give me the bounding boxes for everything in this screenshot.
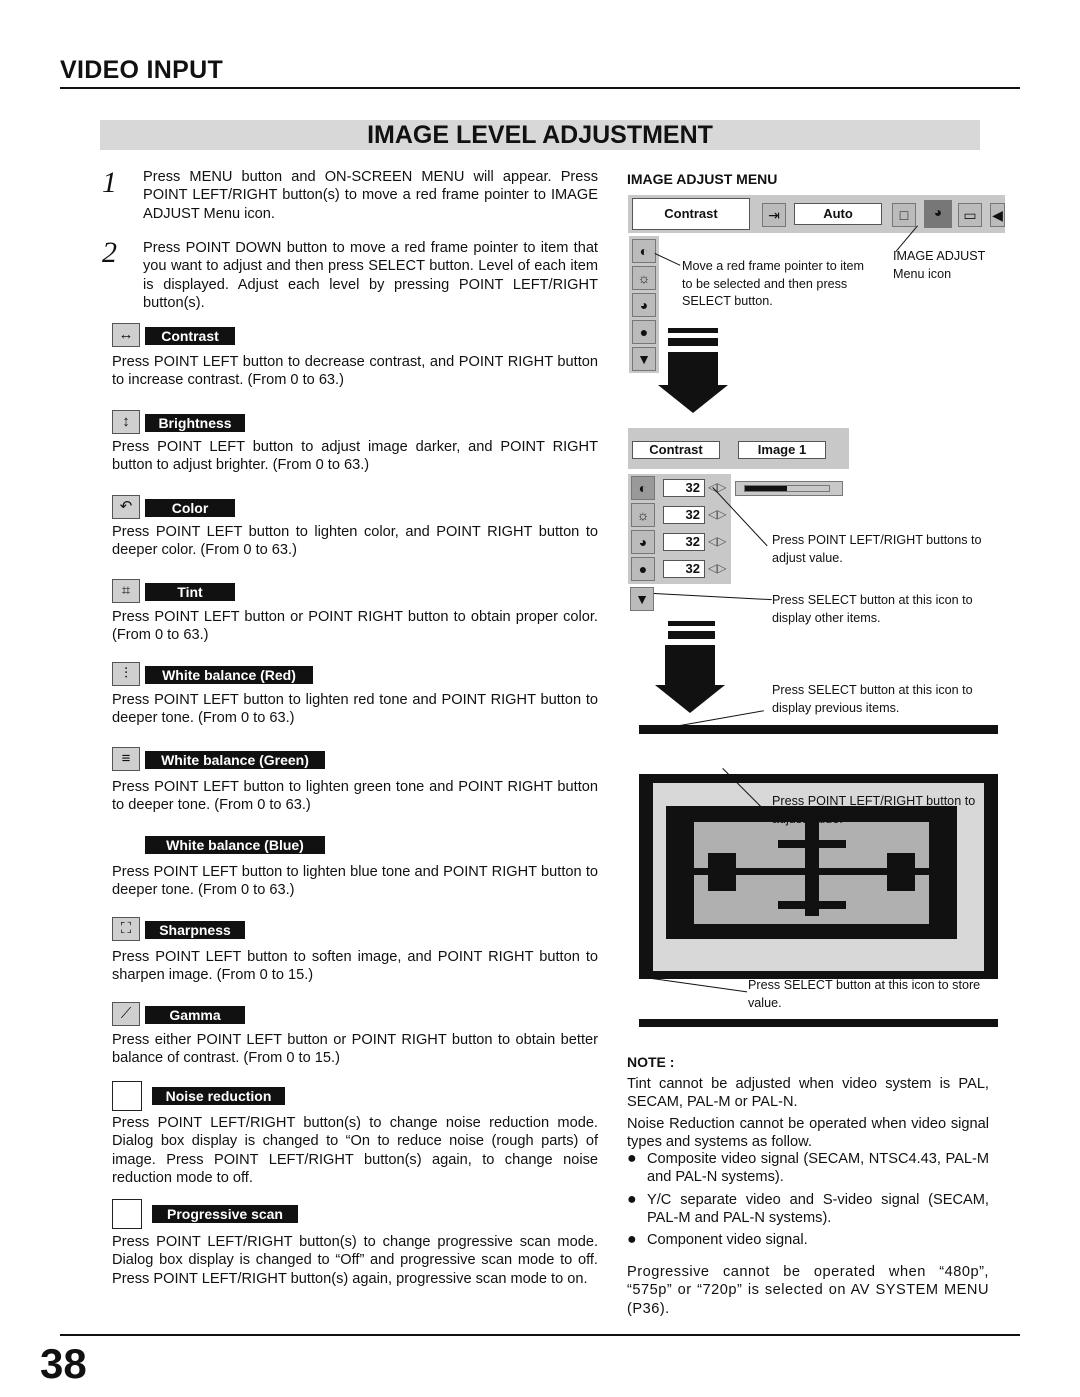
callout-icon: IMAGE ADJUST Menu icon	[893, 249, 986, 281]
item-label: Sharpness	[145, 921, 245, 939]
item-description: Press POINT LEFT button to lighten blue …	[112, 864, 598, 899]
section-heading: VIDEO INPUT	[60, 56, 224, 84]
item-label: Brightness	[145, 414, 245, 432]
input-icon: ⇥	[762, 203, 786, 227]
item-description: Press POINT LEFT button to lighten green…	[112, 779, 598, 814]
tint-icon: ⌗	[112, 579, 140, 603]
page-title: IMAGE LEVEL ADJUSTMENT	[100, 120, 980, 150]
item-description: Press POINT LEFT button or POINT RIGHT b…	[112, 609, 598, 644]
panel-mode: Image 1	[738, 441, 826, 459]
level-slider	[735, 481, 843, 496]
note-bullet: Component video signal.	[647, 1232, 808, 1249]
menu-bar: Contrast ⇥ Auto □ ◕ ▭ ◀	[628, 195, 1005, 233]
color-icon: ◕	[631, 530, 655, 554]
contrast-icon: ↔	[112, 323, 140, 347]
footer-divider	[60, 1334, 1020, 1336]
level-value: 32	[663, 560, 705, 578]
note-text: Progressive cannot be operated when “480…	[627, 1264, 989, 1317]
tint-icon: ●	[631, 557, 655, 581]
item-label: Contrast	[145, 327, 235, 345]
white-balance-green-icon: ≡	[112, 747, 140, 771]
callout-adjust: Press POINT LEFT/RIGHT buttons to adjust…	[772, 533, 982, 565]
menu-icon-column: ◐ ☼ ◕ ● ▼	[629, 236, 659, 373]
sound-icon: ◀	[990, 203, 1005, 227]
brightness-icon: ☼	[632, 266, 656, 290]
item-label: Color	[145, 499, 235, 517]
level-value: 32	[663, 533, 705, 551]
divider	[60, 87, 1020, 89]
item-description: Press POINT LEFT button to lighten color…	[112, 524, 598, 559]
item-label: White balance (Red)	[145, 666, 313, 684]
page-number: 38	[40, 1340, 87, 1387]
step-number: 2	[102, 236, 117, 269]
screen-icon: □	[892, 203, 916, 227]
item-label: Progressive scan	[152, 1205, 298, 1223]
note-text: Noise Reduction cannot be operated when …	[627, 1116, 989, 1151]
callout-other: Press SELECT button at this icon to disp…	[772, 593, 973, 625]
menu-title: IMAGE ADJUST MENU	[627, 171, 778, 187]
image-adjust-icon: ◕	[924, 200, 952, 228]
note-bullet: Y/C separate video and S-video signal (S…	[647, 1191, 989, 1226]
blank-icon	[112, 1081, 142, 1111]
level-value: 32	[663, 479, 705, 497]
contrast-icon: ◐	[632, 239, 656, 263]
brightness-icon: ↕	[112, 410, 140, 434]
item-label: White balance (Green)	[145, 751, 325, 769]
note-bullets: ● Composite video signal (SECAM, NTSC4.43…	[627, 1150, 989, 1249]
contrast-icon: ◐	[631, 476, 655, 500]
color-icon: ↶	[112, 495, 140, 519]
blank-icon	[112, 1199, 142, 1229]
item-description: Press POINT LEFT/RIGHT button(s) to chan…	[112, 1234, 598, 1287]
tint-icon: ●	[632, 320, 656, 344]
callout-pointer: Move a red frame pointer to item to be s…	[682, 259, 864, 308]
setting-icon: ▭	[958, 203, 982, 227]
arrow-down-icon	[668, 621, 715, 626]
item-label: Tint	[145, 583, 235, 601]
item-label: Gamma	[145, 1006, 245, 1024]
menu-bar-item: Contrast	[632, 198, 750, 230]
manual-page: VIDEO INPUT IMAGE LEVEL ADJUSTMENT 1 Pre…	[0, 0, 1080, 1397]
menu-bar-mode: Auto	[794, 203, 882, 225]
note-title: NOTE :	[627, 1054, 675, 1070]
item-description: Press POINT LEFT button to decrease cont…	[112, 354, 598, 389]
note-text: Tint cannot be adjusted when video syste…	[627, 1076, 989, 1111]
step-number: 1	[102, 166, 117, 199]
panel-item: Contrast	[632, 441, 720, 459]
item-description: Press POINT LEFT button to lighten red t…	[112, 692, 598, 727]
item-description: Press either POINT LEFT button or POINT …	[112, 1032, 598, 1067]
sharpness-icon: ⛶	[112, 917, 140, 941]
white-balance-red-icon: ⫶	[112, 662, 140, 686]
step-text: Press MENU button and ON-SCREEN MENU wil…	[143, 169, 598, 222]
item-description: Press POINT LEFT/RIGHT button(s) to chan…	[112, 1115, 598, 1186]
callout-line	[653, 593, 772, 601]
item-description: Press POINT LEFT button to soften image,…	[112, 949, 598, 984]
down-arrow-icon: ▼	[630, 587, 654, 611]
step-text: Press POINT DOWN button to move a red fr…	[143, 240, 598, 311]
item-description: Press POINT LEFT button to adjust image …	[112, 439, 598, 474]
color-icon: ◕	[632, 293, 656, 317]
item-label: Noise reduction	[152, 1087, 285, 1105]
down-arrow-icon: ▼	[632, 347, 656, 371]
gamma-icon: ⟋	[112, 1002, 140, 1026]
item-label: White balance (Blue)	[145, 836, 325, 854]
callout-store: Press SELECT button at this icon to stor…	[748, 978, 981, 1010]
callout-previous: Press SELECT button at this icon to disp…	[772, 683, 973, 715]
adjust-panel-header: Contrast Image 1	[628, 428, 849, 469]
arrow-down-icon	[668, 328, 718, 333]
brightness-icon: ☼	[631, 503, 655, 527]
level-value: 32	[663, 506, 705, 524]
callout-adjust-store: Press POINT LEFT/RIGHT button to adjust …	[772, 794, 976, 826]
note-bullet: Composite video signal (SECAM, NTSC4.43,…	[647, 1151, 989, 1186]
callout-line	[651, 978, 748, 993]
